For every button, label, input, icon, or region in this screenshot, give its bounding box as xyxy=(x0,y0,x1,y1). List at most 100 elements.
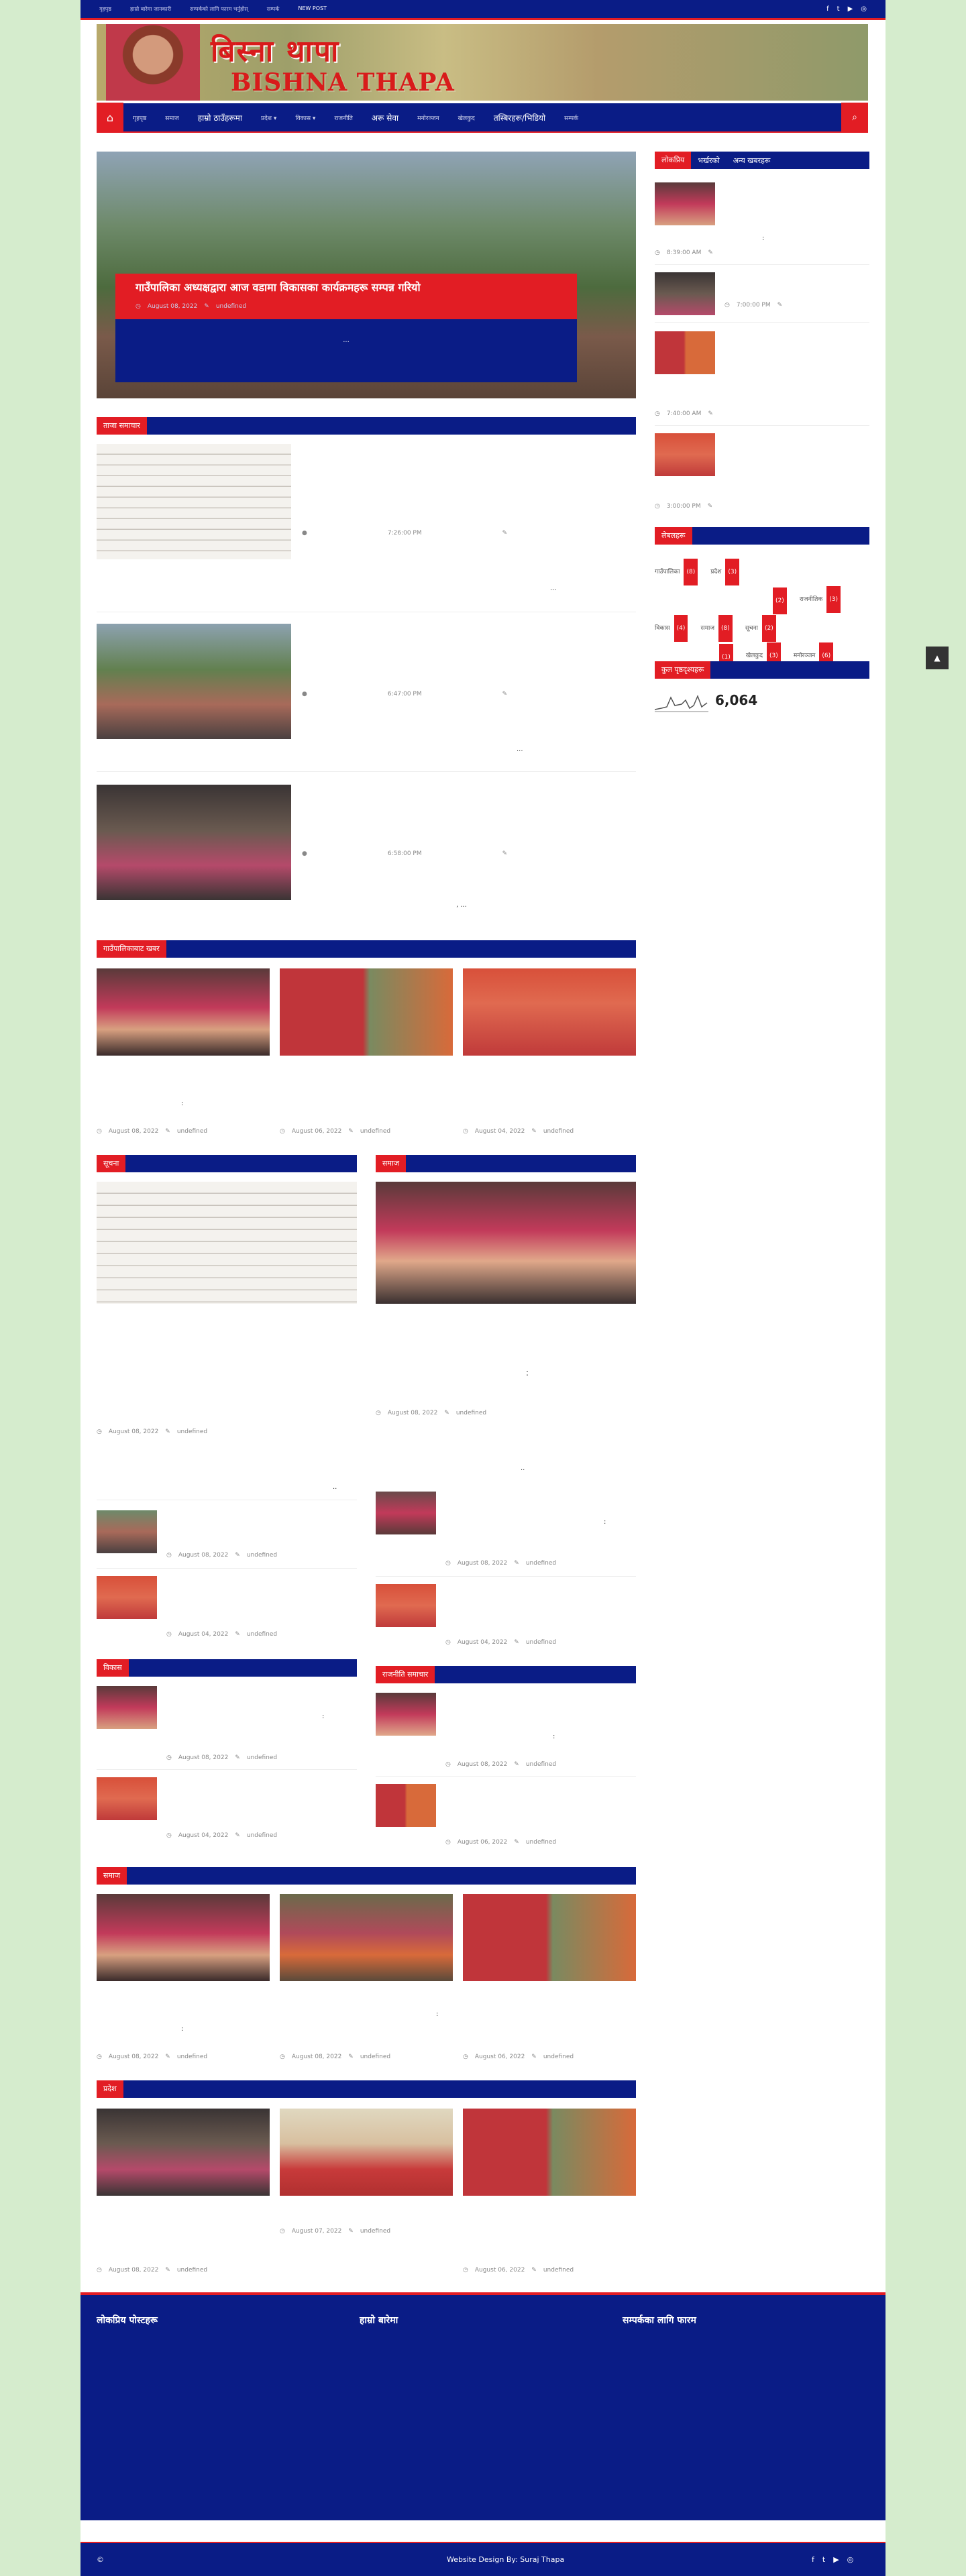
nav-item-contact[interactable]: सम्पर्क xyxy=(555,113,588,122)
gallery3-item-1-meta: ◷ August 08, 2022 ✎ undefined xyxy=(97,2267,207,2274)
nav-item-society[interactable]: समाज xyxy=(156,113,188,122)
label-tag-name: सूचना xyxy=(745,625,758,632)
gallery1-item-1-image[interactable] xyxy=(97,968,270,1056)
copyright: © xyxy=(97,2555,104,2564)
col-left2-section-header: विकास xyxy=(97,1659,357,1677)
label-tag[interactable]: गाउँपालिका (8) xyxy=(655,559,698,585)
latest-post-3-thumb[interactable] xyxy=(97,785,291,900)
instagram-icon[interactable]: ◎ xyxy=(861,5,867,13)
gallery3-item-3-image[interactable] xyxy=(463,2109,636,2196)
pageviews-section-header: कुल पृष्ठदृश्यहरू xyxy=(655,661,869,679)
tab-other-news[interactable]: अन्य खबरहरू xyxy=(727,156,777,166)
col-right-list-1-thumb[interactable] xyxy=(376,1492,436,1534)
tab-popular[interactable]: लोकप्रिय xyxy=(655,152,692,169)
label-tag[interactable]: समाज (8) xyxy=(701,615,733,642)
label-tag-count: (8) xyxy=(684,559,698,585)
nav-item-entertainment[interactable]: मनोरञ्जन xyxy=(408,113,449,122)
design-credit[interactable]: Website Design By: Suraj Thapa xyxy=(447,2555,564,2564)
twitter-icon[interactable]: t xyxy=(837,5,840,13)
user-icon: ● xyxy=(302,691,307,697)
latest-section-header: ताजा समाचार xyxy=(97,417,636,435)
col-left2-list-1-thumb[interactable] xyxy=(97,1686,157,1729)
col-left-list-2-meta: ◷ August 04, 2022 ✎ undefined xyxy=(166,1631,277,1638)
clock-icon: ◷ xyxy=(97,1128,102,1135)
top-link-contact[interactable]: सम्पर्क xyxy=(267,5,280,13)
facebook-icon[interactable]: f xyxy=(812,2555,814,2564)
gallery2-item-1-image[interactable] xyxy=(97,1894,270,1981)
tab-recent[interactable]: भर्खरको xyxy=(691,156,727,166)
nav-item-places[interactable]: हाम्रो ठाउँहरूमा xyxy=(189,112,252,123)
sidebar-post-4-thumb[interactable] xyxy=(655,433,715,476)
label-tag[interactable]: प्रदेश (3) xyxy=(710,559,740,585)
top-link-home[interactable]: गृहपृष्ठ xyxy=(99,5,111,13)
nav-item-province[interactable]: प्रदेश ▾ xyxy=(252,113,286,122)
col-right2-list-2-meta: ◷ August 06, 2022 ✎ undefined xyxy=(445,1839,556,1846)
twitter-icon[interactable]: t xyxy=(822,2555,825,2564)
social-links: f t ▶ ◎ xyxy=(826,5,867,13)
col-right-list-2-meta: ◷ August 04, 2022 ✎ undefined xyxy=(445,1639,556,1646)
label-tag[interactable]: विकास (4) xyxy=(655,615,688,642)
featured-excerpt: ... xyxy=(343,337,350,344)
label-tag[interactable]: (2) xyxy=(769,587,787,614)
nav-item-home[interactable]: गृहपृष्ठ xyxy=(123,113,156,122)
col-right-list-2-thumb[interactable] xyxy=(376,1584,436,1627)
home-icon[interactable]: ⌂ xyxy=(97,103,123,132)
latest-post-2-thumb[interactable] xyxy=(97,624,291,739)
sidebar-post-1-thumb[interactable] xyxy=(655,182,715,225)
label-tag-name: प्रदेश xyxy=(710,569,722,575)
youtube-icon[interactable]: ▶ xyxy=(833,2555,839,2564)
col-left-list-1-thumb[interactable] xyxy=(97,1510,157,1553)
gallery3-item-3-meta: ◷ August 06, 2022 ✎ undefined xyxy=(463,2267,574,2274)
nav-item-other-services[interactable]: अरू सेवा xyxy=(362,112,408,123)
site-title-devanagari: बिस्ना थापा xyxy=(211,34,340,68)
sidebar-post-1-meta: ◷ 8:39:00 AM ✎ xyxy=(655,249,713,256)
sidebar-post-4-time: 3:00:00 PM xyxy=(666,503,701,510)
gallery2-section-header: समाज xyxy=(97,1867,636,1885)
back-to-top-button[interactable]: ▲ xyxy=(926,647,949,669)
latest-post-1-thumb[interactable] xyxy=(97,444,291,559)
nav-item-development[interactable]: विकास ▾ xyxy=(286,113,325,122)
youtube-icon[interactable]: ▶ xyxy=(848,5,853,13)
top-link-contact-form[interactable]: सम्पर्कको लागि फारम भर्नुहोस् xyxy=(190,5,248,13)
top-link-new-post[interactable]: NEW POST xyxy=(298,5,327,13)
sidebar-post-3-thumb[interactable] xyxy=(655,331,715,374)
clock-icon: ◷ xyxy=(655,249,660,256)
featured-title[interactable]: गाउँपालिका अध्यक्षद्वारा आज वडामा विकासक… xyxy=(115,274,577,296)
col-right2-list-1-thumb[interactable] xyxy=(376,1693,436,1736)
top-link-about[interactable]: हाम्रो बारेमा जानकारी xyxy=(130,5,171,13)
clock-icon: ◷ xyxy=(655,503,660,510)
gallery3-item-1-image[interactable] xyxy=(97,2109,270,2196)
nav-item-photos-video[interactable]: तस्बिरहरू/भिडियो xyxy=(484,112,555,123)
col-right-list-1-meta: ◷ August 08, 2022 ✎ undefined xyxy=(445,1560,556,1567)
label-tag[interactable]: राजनीतिक (3) xyxy=(800,586,841,613)
gallery1-item-3-image[interactable] xyxy=(463,968,636,1056)
clock-icon: ◷ xyxy=(445,1839,451,1846)
gallery2-item-2-image[interactable] xyxy=(280,1894,453,1981)
gallery3-item-2-image[interactable] xyxy=(280,2109,453,2196)
col-right2-list-2-thumb[interactable] xyxy=(376,1784,436,1827)
instagram-icon[interactable]: ◎ xyxy=(847,2555,854,2564)
facebook-icon[interactable]: f xyxy=(826,5,829,13)
col-left-main-image[interactable] xyxy=(97,1182,357,1304)
gallery1-item-2-image[interactable] xyxy=(280,968,453,1056)
comment-icon: ✎ xyxy=(204,303,209,310)
col-left-main-excerpt: .. xyxy=(333,1483,337,1491)
col-left2-list-2-thumb[interactable] xyxy=(97,1777,157,1820)
label-tag[interactable]: सूचना (2) xyxy=(745,615,776,642)
gallery2-item-3-image[interactable] xyxy=(463,1894,636,1981)
col-left-list-2-thumb[interactable] xyxy=(97,1576,157,1619)
gallery1-item-3-author: undefined xyxy=(543,1128,574,1135)
comment-icon: ✎ xyxy=(777,302,783,309)
col-right-main-image[interactable] xyxy=(376,1182,636,1304)
col-right-main-meta: ◷ August 08, 2022 ✎ undefined xyxy=(376,1410,486,1416)
sidebar-post-2-thumb[interactable] xyxy=(655,272,715,315)
label-tag-count: (3) xyxy=(725,559,740,585)
featured-caption[interactable]: गाउँपालिका अध्यक्षद्वारा आज वडामा विकासक… xyxy=(115,274,577,382)
nav-item-sports[interactable]: खेलकुद xyxy=(449,113,484,122)
nav-item-politics[interactable]: राजनीति xyxy=(325,113,362,122)
site-header-banner[interactable]: बिस्ना थापा BISHNA THAPA xyxy=(97,24,868,101)
gallery2-item-2-date: August 08, 2022 xyxy=(291,2054,342,2060)
col-left2-list-2-date: August 04, 2022 xyxy=(178,1832,229,1839)
comment-icon: ✎ xyxy=(165,2267,170,2274)
search-icon[interactable]: ⌕ xyxy=(841,103,868,132)
